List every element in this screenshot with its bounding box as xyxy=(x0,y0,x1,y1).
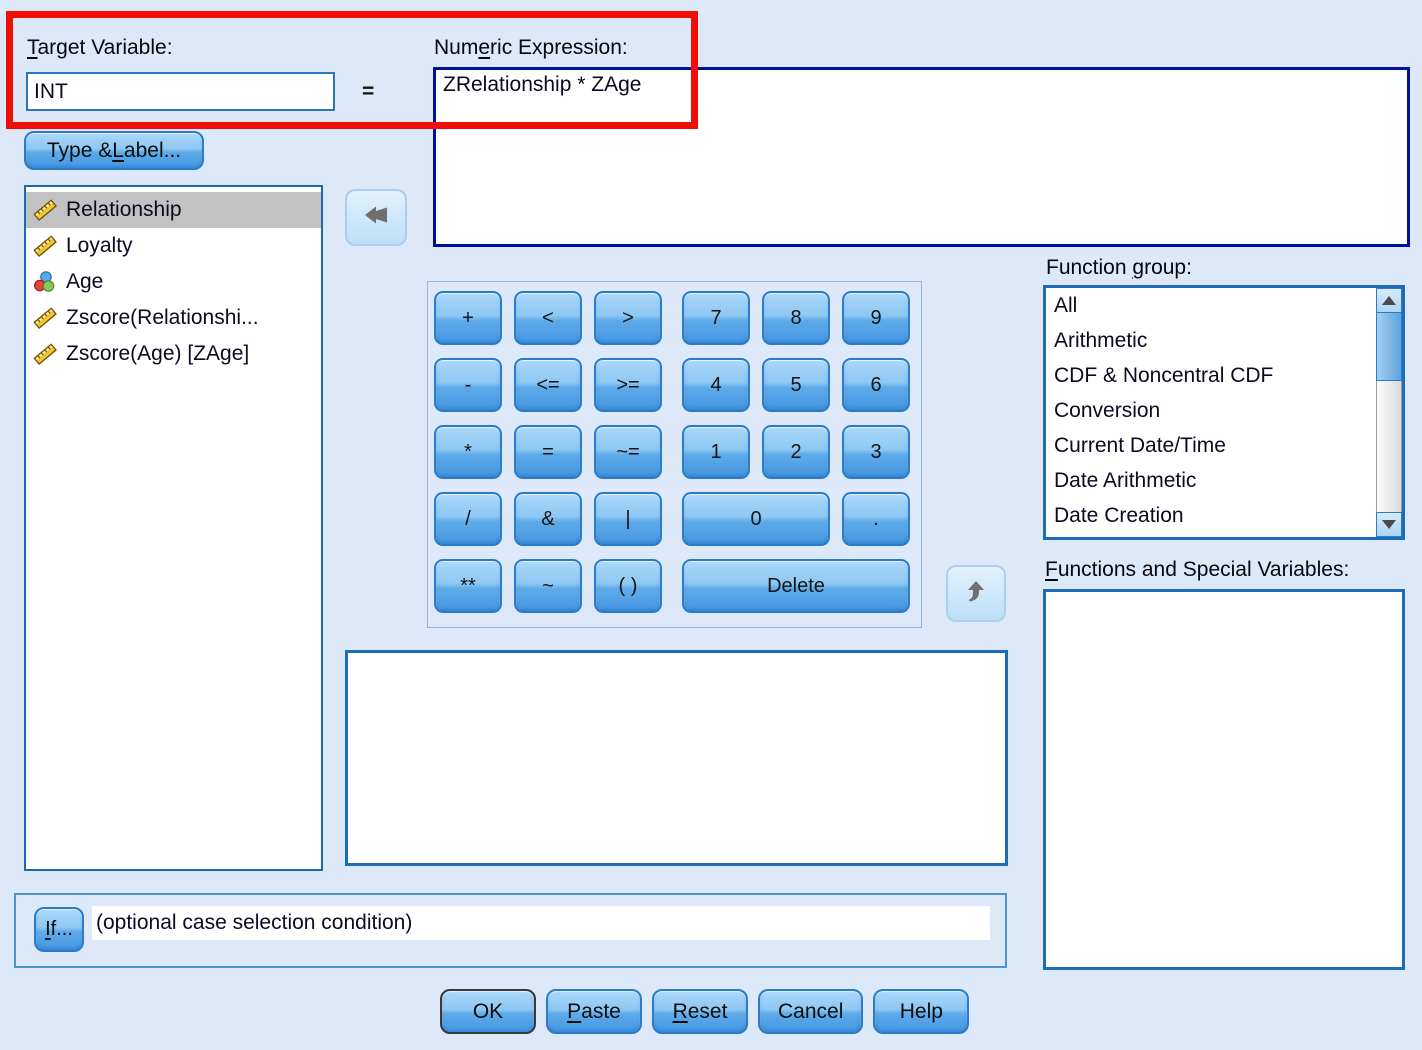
keypad-not-button[interactable]: ~ xyxy=(514,559,582,613)
keypad-divide-button[interactable]: / xyxy=(434,492,502,546)
left-arrow-icon xyxy=(363,204,389,231)
transfer-to-expression-button[interactable] xyxy=(345,189,407,246)
scale-ruler-icon xyxy=(33,342,57,366)
keypad-3-button[interactable]: 3 xyxy=(842,425,910,479)
target-variable-input[interactable] xyxy=(26,72,335,111)
variable-item-age[interactable]: Age xyxy=(26,264,321,300)
numeric-expression-label: Numeric Expression: xyxy=(434,36,628,60)
scale-ruler-icon xyxy=(33,306,57,330)
ok-button[interactable]: OK xyxy=(440,989,536,1034)
scrollbar-thumb[interactable] xyxy=(1376,313,1402,381)
keypad-rows: +<>789 -<=>= 456 *=~= 123 /&| 0. **~( ) Delete xyxy=(434,291,915,613)
calculator-keypad: +<>789 -<=>= 456 *=~= 123 /&| 0. **~( ) Delete xyxy=(427,281,922,628)
function-group-item-date-arithmetic[interactable]: Date Arithmetic xyxy=(1046,463,1376,498)
keypad-4-button[interactable]: 4 xyxy=(682,358,750,412)
scrollbar[interactable] xyxy=(1376,288,1402,537)
up-arrow-icon xyxy=(966,579,986,608)
nominal-icon xyxy=(33,270,57,294)
variable-label: Age xyxy=(66,270,103,294)
keypad-1-button[interactable]: 1 xyxy=(682,425,750,479)
cancel-button[interactable]: Cancel xyxy=(758,989,863,1034)
function-group-item-conversion[interactable]: Conversion xyxy=(1046,393,1376,428)
functions-special-variables-label: Functions and Special Variables: xyxy=(1045,558,1349,582)
variable-item-zscore-age-zage[interactable]: Zscore(Age) [ZAge] xyxy=(26,336,321,372)
if-button[interactable]: If... xyxy=(34,907,84,952)
variable-label: Loyalty xyxy=(66,234,133,258)
keypad-plus-button[interactable]: + xyxy=(434,291,502,345)
scroll-down-button[interactable] xyxy=(1376,512,1402,537)
keypad-8-button[interactable]: 8 xyxy=(762,291,830,345)
paste-button[interactable]: Paste xyxy=(546,989,642,1034)
scroll-up-button[interactable] xyxy=(1376,288,1402,313)
function-group-label: Function group: xyxy=(1046,256,1192,280)
help-button[interactable]: Help xyxy=(873,989,969,1034)
variable-label: Zscore(Age) [ZAge] xyxy=(66,342,249,366)
keypad-and-button[interactable]: & xyxy=(514,492,582,546)
keypad-greater-than-button[interactable]: > xyxy=(594,291,662,345)
function-group-items: AllArithmeticCDF & Noncentral CDFConvers… xyxy=(1046,288,1402,533)
keypad-minus-button[interactable]: - xyxy=(434,358,502,412)
keypad-less-equal-button[interactable]: <= xyxy=(514,358,582,412)
if-condition-display: (optional case selection condition) xyxy=(92,906,990,940)
dialog-action-buttons: OKPasteResetCancelHelp xyxy=(440,989,969,1034)
keypad-delete-button[interactable]: Delete xyxy=(682,559,910,613)
keypad-parentheses-button[interactable]: ( ) xyxy=(594,559,662,613)
variable-label: Zscore(Relationshi... xyxy=(66,306,259,330)
scrollbar-track[interactable] xyxy=(1376,381,1402,512)
keypad-7-button[interactable]: 7 xyxy=(682,291,750,345)
variable-item-zscore-relationshi[interactable]: Zscore(Relationshi... xyxy=(26,300,321,336)
function-group-item-current-date-time[interactable]: Current Date/Time xyxy=(1046,428,1376,463)
keypad-2-button[interactable]: 2 xyxy=(762,425,830,479)
function-group-item-date-creation[interactable]: Date Creation xyxy=(1046,498,1376,533)
keypad-5-button[interactable]: 5 xyxy=(762,358,830,412)
keypad-greater-equal-button[interactable]: >= xyxy=(594,358,662,412)
if-condition-panel: If... (optional case selection condition… xyxy=(14,893,1007,968)
type-and-label-button[interactable]: Type & Label... xyxy=(24,131,204,170)
function-group-item-cdf-noncentral-cdf[interactable]: CDF & Noncentral CDF xyxy=(1046,358,1376,393)
if-condition-hint: (optional case selection condition) xyxy=(92,911,412,935)
keypad-or-button[interactable]: | xyxy=(594,492,662,546)
scale-ruler-icon xyxy=(33,234,57,258)
up-triangle-icon xyxy=(1382,296,1396,305)
compute-variable-dialog: Target Variable: = Numeric Expression: Z… xyxy=(0,0,1422,1050)
variable-item-loyalty[interactable]: Loyalty xyxy=(26,228,321,264)
keypad-6-button[interactable]: 6 xyxy=(842,358,910,412)
function-description-box xyxy=(345,650,1008,866)
down-triangle-icon xyxy=(1382,520,1396,529)
target-variable-label: Target Variable: xyxy=(27,36,173,60)
function-group-item-arithmetic[interactable]: Arithmetic xyxy=(1046,323,1376,358)
function-group-list: AllArithmeticCDF & Noncentral CDFConvers… xyxy=(1043,285,1405,540)
reset-button[interactable]: Reset xyxy=(652,989,748,1034)
scale-ruler-icon xyxy=(33,198,57,222)
variable-label: Relationship xyxy=(66,198,182,222)
variable-list: Relationship Loyalty Age Zscore(Relationshi… xyxy=(24,185,323,871)
keypad-9-button[interactable]: 9 xyxy=(842,291,910,345)
numeric-expression-area[interactable]: ZRelationship * ZAge xyxy=(433,67,1410,247)
equals-sign: = xyxy=(362,80,374,104)
variable-item-relationship[interactable]: Relationship xyxy=(26,192,321,228)
insert-function-button[interactable] xyxy=(946,565,1006,622)
functions-special-variables-list xyxy=(1043,589,1405,970)
function-group-item-all[interactable]: All xyxy=(1046,288,1376,323)
keypad-0-button[interactable]: 0 xyxy=(682,492,830,546)
keypad-decimal-button[interactable]: . xyxy=(842,492,910,546)
keypad-less-than-button[interactable]: < xyxy=(514,291,582,345)
keypad-power-button[interactable]: ** xyxy=(434,559,502,613)
keypad-equals-button[interactable]: = xyxy=(514,425,582,479)
keypad-not-equal-button[interactable]: ~= xyxy=(594,425,662,479)
keypad-multiply-button[interactable]: * xyxy=(434,425,502,479)
